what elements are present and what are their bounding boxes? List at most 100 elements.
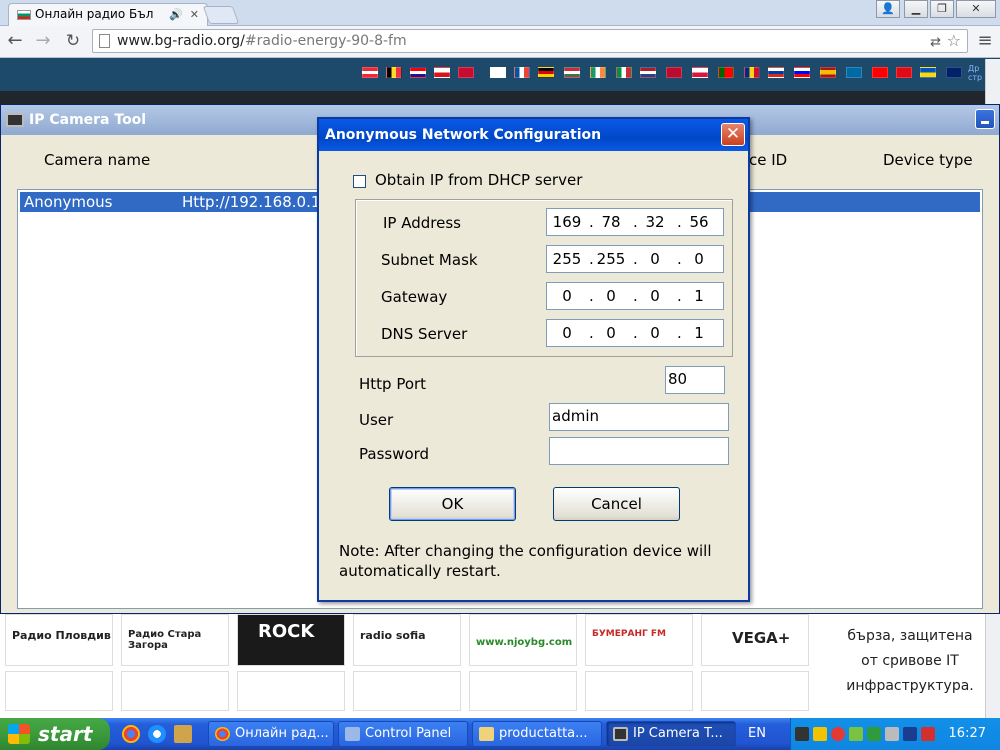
clock[interactable]: 16:27: [949, 718, 986, 750]
user-field[interactable]: admin: [549, 403, 729, 431]
flag-icon[interactable]: [410, 67, 426, 78]
radio-tile[interactable]: [353, 671, 461, 711]
flag-icon[interactable]: [458, 67, 474, 78]
flag-icon[interactable]: [794, 67, 810, 78]
radio-tile-label: VEGA+: [732, 629, 791, 647]
radio-tile[interactable]: VEGA+: [701, 614, 809, 666]
start-button[interactable]: start: [0, 718, 110, 750]
address-bar[interactable]: www.bg-radio.org/#radio-energy-90-8-fm ⇄…: [92, 29, 968, 53]
language-flag-strip: Др стр: [0, 59, 985, 91]
password-field[interactable]: [549, 437, 729, 465]
flag-icon[interactable]: [896, 67, 912, 78]
column-header-device-id[interactable]: ce ID: [749, 151, 787, 169]
dhcp-checkbox[interactable]: [353, 175, 366, 188]
radio-tile[interactable]: [121, 671, 229, 711]
radio-tile[interactable]: [5, 671, 113, 711]
ok-button[interactable]: OK: [389, 487, 516, 521]
gateway-field[interactable]: 0. 0. 0. 1: [546, 282, 724, 310]
radio-tile[interactable]: www.njoybg.com: [469, 614, 577, 666]
flag-icon[interactable]: [820, 67, 836, 78]
translate-icon[interactable]: ⇄: [930, 32, 941, 54]
radio-tile[interactable]: [237, 671, 345, 711]
column-header-camera-name[interactable]: Camera name: [44, 151, 150, 169]
volume-icon[interactable]: [885, 727, 899, 741]
minimize-button[interactable]: ▁: [904, 0, 928, 18]
http-port-field[interactable]: 80: [665, 366, 725, 394]
radio-tile[interactable]: [701, 671, 809, 711]
radio-tile[interactable]: radio sofia: [353, 614, 461, 666]
app-tray-icon[interactable]: [921, 727, 935, 741]
camera-tray-icon[interactable]: [795, 727, 809, 741]
dhcp-label[interactable]: Obtain IP from DHCP server: [375, 171, 582, 189]
taskbar-task[interactable]: productatta...: [472, 721, 602, 747]
ip-octet: 0: [650, 324, 660, 342]
taskbar-task[interactable]: Control Panel: [338, 721, 468, 747]
security-icon[interactable]: [903, 727, 917, 741]
flag-icon[interactable]: [692, 67, 708, 78]
minimize-button[interactable]: [975, 109, 995, 129]
radio-tile[interactable]: Радио Стара Загора: [121, 614, 229, 666]
flag-icon[interactable]: [768, 67, 784, 78]
taskbar: start Онлайн рад... Control Panel produc…: [0, 718, 1000, 750]
flag-icon[interactable]: [616, 67, 632, 78]
task-label: Control Panel: [365, 726, 452, 741]
dialog-titlebar[interactable]: Anonymous Network Configuration ✕: [319, 119, 748, 151]
back-icon[interactable]: ←: [4, 30, 26, 52]
ip-camera-tool-title: IP Camera Tool: [29, 112, 147, 128]
subnet-mask-field[interactable]: 255. 255. 0. 0: [546, 245, 724, 273]
taskbar-task[interactable]: Онлайн рад...: [208, 721, 334, 747]
flag-icon[interactable]: [564, 67, 580, 78]
http-port-label: Http Port: [359, 375, 427, 393]
bookmark-star-icon[interactable]: ☆: [947, 30, 961, 52]
flag-icon[interactable]: [946, 67, 962, 78]
internet-explorer-icon[interactable]: [148, 725, 166, 743]
flag-icon[interactable]: [490, 67, 506, 78]
radio-tile-label: www.njoybg.com: [476, 637, 573, 648]
radio-tile[interactable]: [585, 671, 693, 711]
flag-icon[interactable]: [872, 67, 888, 78]
forward-icon[interactable]: →: [32, 30, 54, 52]
flag-icon[interactable]: [666, 67, 682, 78]
task-label: productatta...: [499, 726, 588, 741]
network-icon[interactable]: [849, 727, 863, 741]
wifi-icon[interactable]: [867, 727, 881, 741]
cancel-button[interactable]: Cancel: [553, 487, 680, 521]
flag-icon[interactable]: [362, 67, 378, 78]
flag-icon[interactable]: [718, 67, 734, 78]
chrome-icon[interactable]: [122, 725, 140, 743]
antivirus-icon[interactable]: [831, 727, 845, 741]
page-side-text[interactable]: Др стр: [968, 64, 985, 82]
flag-icon[interactable]: [514, 67, 530, 78]
flag-icon[interactable]: [386, 67, 402, 78]
close-icon[interactable]: ✕: [721, 123, 745, 146]
dns-server-field[interactable]: 0. 0. 0. 1: [546, 319, 724, 347]
flag-icon[interactable]: [744, 67, 760, 78]
close-window-button[interactable]: ✕: [956, 0, 996, 18]
ip-octet: 0: [650, 250, 660, 268]
flag-icon[interactable]: [640, 67, 656, 78]
reload-icon[interactable]: ↻: [62, 30, 84, 52]
profile-icon[interactable]: 👤: [876, 0, 900, 18]
flag-icon[interactable]: [920, 67, 936, 78]
radio-tile[interactable]: ROCK: [237, 614, 345, 666]
flag-icon[interactable]: [846, 67, 862, 78]
system-tray: 16:27: [790, 718, 1000, 750]
warning-icon[interactable]: [813, 727, 827, 741]
column-header-device-type[interactable]: Device type: [883, 151, 973, 169]
flag-icon[interactable]: [590, 67, 606, 78]
tab-close-icon[interactable]: ✕: [190, 4, 199, 25]
language-indicator[interactable]: EN: [748, 718, 766, 750]
flag-icon[interactable]: [434, 67, 450, 78]
chrome-menu-icon[interactable]: ≡: [976, 31, 994, 51]
radio-tile[interactable]: БУМЕРАНГ FM: [585, 614, 693, 666]
radio-tile[interactable]: Радио Пловдив: [5, 614, 113, 666]
explorer-icon[interactable]: [174, 725, 192, 743]
restore-button[interactable]: ❐: [930, 0, 954, 18]
radio-tile[interactable]: [469, 671, 577, 711]
taskbar-task[interactable]: IP Camera T...: [606, 721, 736, 747]
ip-octet: 255: [596, 250, 626, 268]
flag-icon[interactable]: [538, 67, 554, 78]
ip-address-field[interactable]: 169. 78. 32. 56: [546, 208, 724, 236]
new-tab-button[interactable]: [202, 6, 240, 24]
browser-tab[interactable]: Онлайн радио Бъл 🔊 ✕: [8, 3, 208, 26]
